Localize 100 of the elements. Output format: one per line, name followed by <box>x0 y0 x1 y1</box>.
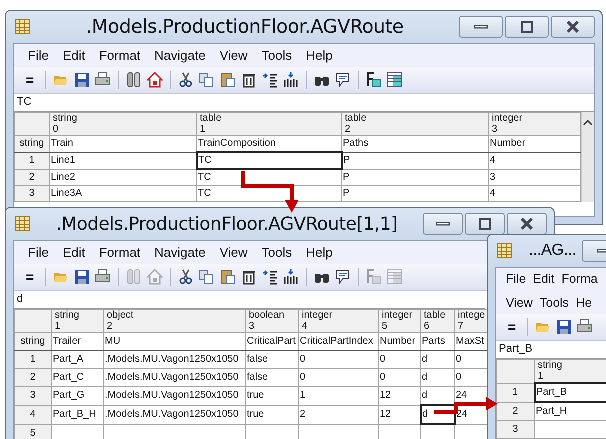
insert-column-icon[interactable] <box>283 72 300 88</box>
menu-item[interactable]: Navigate <box>154 48 206 63</box>
table-cell[interactable]: 12 <box>378 386 420 405</box>
table-cell[interactable]: 2 <box>298 405 378 424</box>
table-cell[interactable]: 4 <box>488 186 580 202</box>
close-button[interactable] <box>551 16 595 38</box>
minimize-button[interactable] <box>423 213 463 235</box>
menu-item[interactable]: Tools <box>262 48 292 63</box>
indent-icon[interactable] <box>262 269 278 285</box>
table-cell[interactable]: .Models.MU.Vagon1250x1050 <box>104 350 246 368</box>
column-header[interactable]: table 1 <box>196 112 342 136</box>
table-cell[interactable]: true <box>246 386 298 405</box>
table-cell[interactable]: Part_G <box>52 386 104 405</box>
scrollbar[interactable] <box>581 112 594 202</box>
speech-bubble-icon[interactable] <box>335 72 352 88</box>
scissors-icon[interactable] <box>178 269 194 285</box>
table-cell[interactable]: 0 <box>298 368 378 386</box>
column-header[interactable]: intege 7 <box>454 310 488 332</box>
minimize-button[interactable] <box>459 16 503 38</box>
menu-item[interactable]: Tools <box>540 296 570 310</box>
row-number[interactable]: 3 <box>14 386 52 405</box>
maximize-button[interactable] <box>465 213 505 235</box>
column-header[interactable]: object 2 <box>104 310 246 332</box>
menu-item[interactable]: File <box>28 48 49 63</box>
table-cell[interactable]: Line2 <box>50 169 196 186</box>
printer-icon[interactable] <box>95 72 112 88</box>
menu-item[interactable]: Help <box>306 48 333 63</box>
table-cell[interactable]: TC <box>196 152 342 169</box>
menu-item[interactable]: Edit <box>62 245 86 260</box>
column-header[interactable]: string 1 <box>52 310 104 332</box>
trash-icon[interactable] <box>241 269 258 285</box>
table-cell[interactable]: 0 <box>298 350 378 368</box>
table-cell[interactable]: false <box>246 350 298 368</box>
row-number[interactable]: 1 <box>14 152 50 169</box>
scroll-up-icon[interactable] <box>583 120 593 126</box>
table-cell[interactable]: P <box>342 169 488 186</box>
table-cell[interactable]: Part_B <box>534 383 606 402</box>
column-header[interactable]: integer 4 <box>298 310 378 332</box>
columns-icon[interactable] <box>387 72 404 88</box>
menu-item[interactable]: Format <box>99 245 141 260</box>
menu-item[interactable]: File <box>506 272 526 286</box>
format-icon[interactable] <box>366 72 382 88</box>
table-cell[interactable]: Part_A <box>52 350 104 368</box>
table-cell[interactable]: 0 <box>378 350 420 368</box>
column-header[interactable]: table 6 <box>420 310 454 332</box>
table-cell[interactable]: 1 <box>298 386 378 405</box>
printer-icon[interactable] <box>95 269 112 285</box>
menu-item[interactable]: Forma <box>562 272 598 286</box>
table-cell[interactable]: Part_C <box>52 368 104 386</box>
table-cell[interactable]: P <box>342 152 488 169</box>
table-cell[interactable]: .Models.MU.Vagon1250x1050 <box>104 405 246 424</box>
table-cell[interactable]: d <box>420 350 454 368</box>
menu-item[interactable]: View <box>220 245 248 260</box>
row-number[interactable]: 3 <box>496 420 534 438</box>
column-header[interactable]: string 1 <box>534 360 606 383</box>
column-header[interactable]: table 2 <box>342 112 488 136</box>
table-cell[interactable]: d <box>420 368 454 386</box>
row-number[interactable]: 5 <box>14 424 52 439</box>
menu-item[interactable]: View <box>220 48 248 63</box>
menu-item[interactable]: He <box>576 296 592 310</box>
scissors-icon[interactable] <box>178 72 194 88</box>
equals-button[interactable]: = <box>22 269 38 285</box>
table-cell[interactable]: .Models.MU.Vagon1250x1050 <box>104 368 246 386</box>
table-cell[interactable]: 4 <box>488 152 580 169</box>
column-header[interactable]: integer 3 <box>488 112 580 136</box>
row-number[interactable]: 2 <box>14 368 52 386</box>
column-header[interactable]: string 0 <box>50 112 196 136</box>
menu-item[interactable]: Help <box>306 245 333 260</box>
insert-column-icon[interactable] <box>283 269 300 285</box>
copy-icon[interactable] <box>199 269 216 285</box>
speech-bubble-icon[interactable] <box>335 269 352 285</box>
row-number[interactable]: 2 <box>14 169 50 186</box>
equals-button[interactable]: = <box>22 72 38 88</box>
row-number[interactable]: 4 <box>14 405 52 424</box>
indent-icon[interactable] <box>262 72 278 88</box>
column-header[interactable]: boolean 3 <box>246 310 298 332</box>
printer-icon[interactable] <box>577 319 594 335</box>
menu-item[interactable]: Edit <box>533 272 555 286</box>
table-cell[interactable]: true <box>246 405 298 424</box>
menu-item[interactable]: Navigate <box>154 245 206 260</box>
trash-icon[interactable] <box>241 72 258 88</box>
equals-button[interactable]: = <box>504 319 520 335</box>
row-number[interactable]: 1 <box>496 383 534 402</box>
column-header[interactable]: integer 5 <box>378 310 420 332</box>
table-cell[interactable]: Line3A <box>50 186 196 202</box>
row-number[interactable]: 3 <box>14 186 50 202</box>
menu-item[interactable]: View <box>506 296 533 310</box>
clipboard-icon[interactable] <box>220 269 236 285</box>
menu-item[interactable]: Tools <box>262 245 292 260</box>
table-cell[interactable]: P <box>342 186 488 202</box>
menu-item[interactable]: File <box>28 245 49 260</box>
clipboard-icon[interactable] <box>220 72 236 88</box>
menu-item[interactable]: Format <box>99 48 141 63</box>
table-cell[interactable]: false <box>246 368 298 386</box>
table-cell[interactable]: 0 <box>378 368 420 386</box>
row-number[interactable]: 2 <box>496 402 534 420</box>
table-cell[interactable]: Part_B_H <box>52 405 104 424</box>
house-icon[interactable] <box>147 72 164 88</box>
table-cell[interactable]: .Models.MU.Vagon1250x1050 <box>104 386 246 405</box>
close-button[interactable] <box>507 213 547 235</box>
